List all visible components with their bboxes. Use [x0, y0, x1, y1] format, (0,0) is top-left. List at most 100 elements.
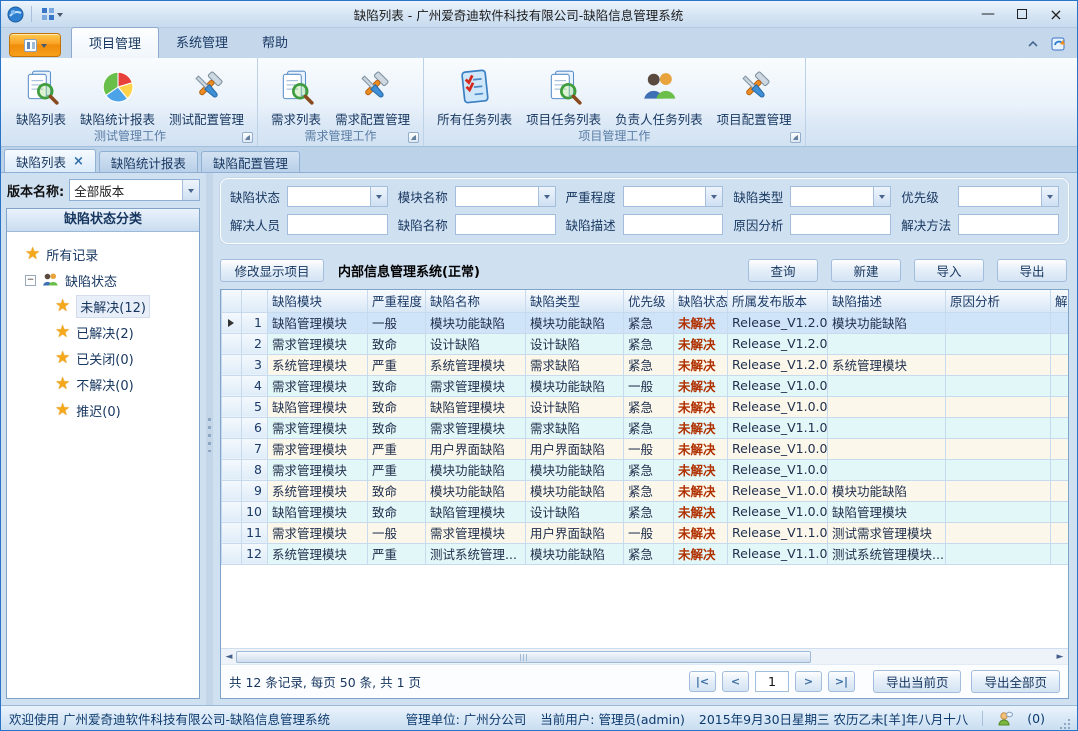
tree-expander-icon[interactable]: − — [25, 275, 36, 286]
table-row[interactable]: 9系统管理模块致命模块功能缺陷模块功能缺陷紧急未解决Release_V1.0.0… — [222, 480, 1069, 501]
tree-item-所有记录[interactable]: ★所有记录 — [13, 241, 197, 267]
doc-tab-缺陷列表[interactable]: 缺陷列表× — [4, 149, 96, 172]
table-row[interactable]: 6需求管理模块致命需求管理模块需求缺陷紧急未解决Release_V1.1.0 — [222, 417, 1069, 438]
column-header-缺陷描述[interactable]: 缺陷描述 — [828, 290, 946, 312]
scrollbar-thumb[interactable] — [236, 651, 811, 663]
modify-display-items-button[interactable]: 修改显示项目 — [220, 259, 324, 282]
export-current-page-button[interactable]: 导出当前页 — [873, 670, 962, 693]
column-header-所属发布版本[interactable]: 所属发布版本 — [728, 290, 828, 312]
ribbon-button-缺陷统计报表[interactable]: 缺陷统计报表 — [75, 63, 160, 129]
tree-item-不解决(0)[interactable]: ★不解决(0) — [13, 371, 197, 397]
collapse-ribbon-icon[interactable] — [1027, 40, 1039, 48]
quick-access-toolbar-icon[interactable] — [39, 7, 66, 22]
qat-dropdown-arrow-icon[interactable] — [57, 13, 63, 20]
filter-缺陷描述-input[interactable] — [623, 214, 724, 235]
resize-grip[interactable] — [1059, 718, 1071, 730]
filter-解决人员-input[interactable] — [287, 214, 388, 235]
help-icon[interactable] — [1051, 36, 1067, 52]
button-导入[interactable]: 导入 — [914, 259, 984, 282]
button-导出[interactable]: 导出 — [997, 259, 1067, 282]
ribbon-tab-项目管理[interactable]: 项目管理 — [71, 27, 159, 58]
column-header-缺陷状态[interactable]: 缺陷状态 — [674, 290, 728, 312]
filter-原因分析-input[interactable] — [790, 214, 891, 235]
column-header-优先级[interactable]: 优先级 — [624, 290, 674, 312]
last-page-button[interactable]: >| — [828, 671, 855, 692]
scroll-left-icon[interactable]: ◄ — [222, 652, 236, 662]
filter-缺陷类型-select[interactable] — [790, 186, 891, 207]
table-row[interactable]: 7需求管理模块严重用户界面缺陷用户界面缺陷一般未解决Release_V1.0.0 — [222, 438, 1069, 459]
ribbon-button-负责人任务列表[interactable]: 负责人任务列表 — [610, 63, 708, 129]
maximize-button[interactable] — [1005, 3, 1039, 25]
filter-优先级-select[interactable] — [958, 186, 1059, 207]
ribbon-button-测试配置管理[interactable]: 测试配置管理 — [164, 63, 249, 129]
ribbon-tab-系统管理[interactable]: 系统管理 — [159, 27, 245, 58]
column-header-缺陷名称[interactable]: 缺陷名称 — [426, 290, 526, 312]
minimize-button[interactable]: — — [971, 3, 1005, 25]
horizontal-scrollbar[interactable]: ◄ ► — [221, 648, 1068, 664]
row-indicator-cell — [222, 438, 242, 459]
scroll-right-icon[interactable]: ► — [1053, 652, 1067, 662]
dropdown-arrow-icon[interactable] — [370, 187, 387, 206]
filter-缺陷状态-select[interactable] — [287, 186, 388, 207]
table-row[interactable]: 2需求管理模块致命设计缺陷设计缺陷紧急未解决Release_V1.2.0 — [222, 333, 1069, 354]
doc-tab-缺陷配置管理[interactable]: 缺陷配置管理 — [201, 151, 300, 172]
first-page-button[interactable]: |< — [689, 671, 716, 692]
ribbon-button-所有任务列表[interactable]: 所有任务列表 — [432, 63, 517, 129]
filter-模块名称-select[interactable] — [455, 186, 556, 207]
tree-item-缺陷状态[interactable]: −缺陷状态 — [13, 267, 197, 293]
dropdown-arrow-icon[interactable] — [873, 187, 890, 206]
messages-icon[interactable] — [997, 711, 1013, 726]
table-row[interactable]: 5缺陷管理模块致命缺陷管理模块设计缺陷紧急未解决Release_V1.0.0 — [222, 396, 1069, 417]
column-header-缺陷模块[interactable]: 缺陷模块 — [268, 290, 368, 312]
ribbon: 缺陷列表缺陷统计报表测试配置管理测试管理工作需求列表需求配置管理需求管理工作所有… — [1, 58, 1077, 147]
prev-page-button[interactable]: < — [722, 671, 749, 692]
filter-严重程度-select[interactable] — [623, 186, 724, 207]
button-查询[interactable]: 查询 — [748, 259, 818, 282]
tree-item-未解决(12)[interactable]: ★未解决(12) — [13, 293, 197, 319]
version-select[interactable]: 全部版本 — [69, 179, 200, 201]
column-header-严重程度[interactable]: 严重程度 — [368, 290, 426, 312]
row-indicator-cell — [222, 312, 242, 333]
dropdown-arrow-icon[interactable] — [705, 187, 722, 206]
dialog-launcher-icon[interactable] — [242, 132, 253, 143]
table-row[interactable]: 3系统管理模块严重系统管理模块需求缺陷紧急未解决Release_V1.2.0系统… — [222, 354, 1069, 375]
ribbon-tab-帮助[interactable]: 帮助 — [245, 27, 305, 58]
column-header-解决方法[interactable]: 解决方法 — [1051, 290, 1069, 312]
close-tab-icon[interactable]: × — [73, 155, 84, 168]
button-新建[interactable]: 新建 — [831, 259, 901, 282]
dropdown-arrow-icon[interactable] — [1041, 187, 1058, 206]
table-row[interactable]: 8需求管理模块严重模块功能缺陷模块功能缺陷紧急未解决Release_V1.0.0 — [222, 459, 1069, 480]
column-header-缺陷类型[interactable]: 缺陷类型 — [526, 290, 624, 312]
table-row[interactable]: 4需求管理模块致命需求管理模块模块功能缺陷一般未解决Release_V1.0.0 — [222, 375, 1069, 396]
table-row[interactable]: 10缺陷管理模块致命缺陷管理模块设计缺陷紧急未解决Release_V1.0.0缺… — [222, 501, 1069, 522]
cell-原因分析 — [946, 312, 1051, 333]
dialog-launcher-icon[interactable] — [790, 132, 801, 143]
version-dropdown-arrow-icon[interactable] — [182, 180, 199, 200]
export-all-pages-button[interactable]: 导出全部页 — [971, 670, 1060, 693]
app-menu-button[interactable] — [9, 33, 61, 57]
ribbon-button-项目任务列表[interactable]: 项目任务列表 — [521, 63, 606, 129]
tree-item-已关闭(0)[interactable]: ★已关闭(0) — [13, 345, 197, 371]
column-header-原因分析[interactable]: 原因分析 — [946, 290, 1051, 312]
tree-item-已解决(2)[interactable]: ★已解决(2) — [13, 319, 197, 345]
ribbon-button-项目配置管理[interactable]: 项目配置管理 — [712, 63, 797, 129]
cell-缺陷名称: 需求管理模块 — [426, 375, 526, 396]
doc-tab-缺陷统计报表[interactable]: 缺陷统计报表 — [99, 151, 198, 172]
filter-解决方法-input[interactable] — [958, 214, 1059, 235]
ribbon-button-需求配置管理[interactable]: 需求配置管理 — [330, 63, 415, 129]
close-button[interactable]: × — [1039, 3, 1073, 25]
cell-优先级: 紧急 — [624, 459, 674, 480]
panel-splitter[interactable] — [206, 173, 213, 705]
table-row[interactable]: 12系统管理模块严重测试系统管理...模块功能缺陷紧急未解决Release_V1… — [222, 543, 1069, 564]
cell-缺陷类型: 模块功能缺陷 — [526, 375, 624, 396]
table-row[interactable]: 11需求管理模块一般需求管理模块用户界面缺陷一般未解决Release_V1.1.… — [222, 522, 1069, 543]
filter-缺陷名称-input[interactable] — [455, 214, 556, 235]
ribbon-button-缺陷列表[interactable]: 缺陷列表 — [11, 63, 71, 129]
next-page-button[interactable]: > — [795, 671, 822, 692]
table-row[interactable]: 1缺陷管理模块一般模块功能缺陷模块功能缺陷紧急未解决Release_V1.2.0… — [222, 312, 1069, 333]
tree-item-推迟(0)[interactable]: ★推迟(0) — [13, 397, 197, 423]
ribbon-button-需求列表[interactable]: 需求列表 — [266, 63, 326, 129]
dropdown-arrow-icon[interactable] — [538, 187, 555, 206]
page-number-input[interactable]: 1 — [755, 671, 789, 692]
dialog-launcher-icon[interactable] — [408, 132, 419, 143]
